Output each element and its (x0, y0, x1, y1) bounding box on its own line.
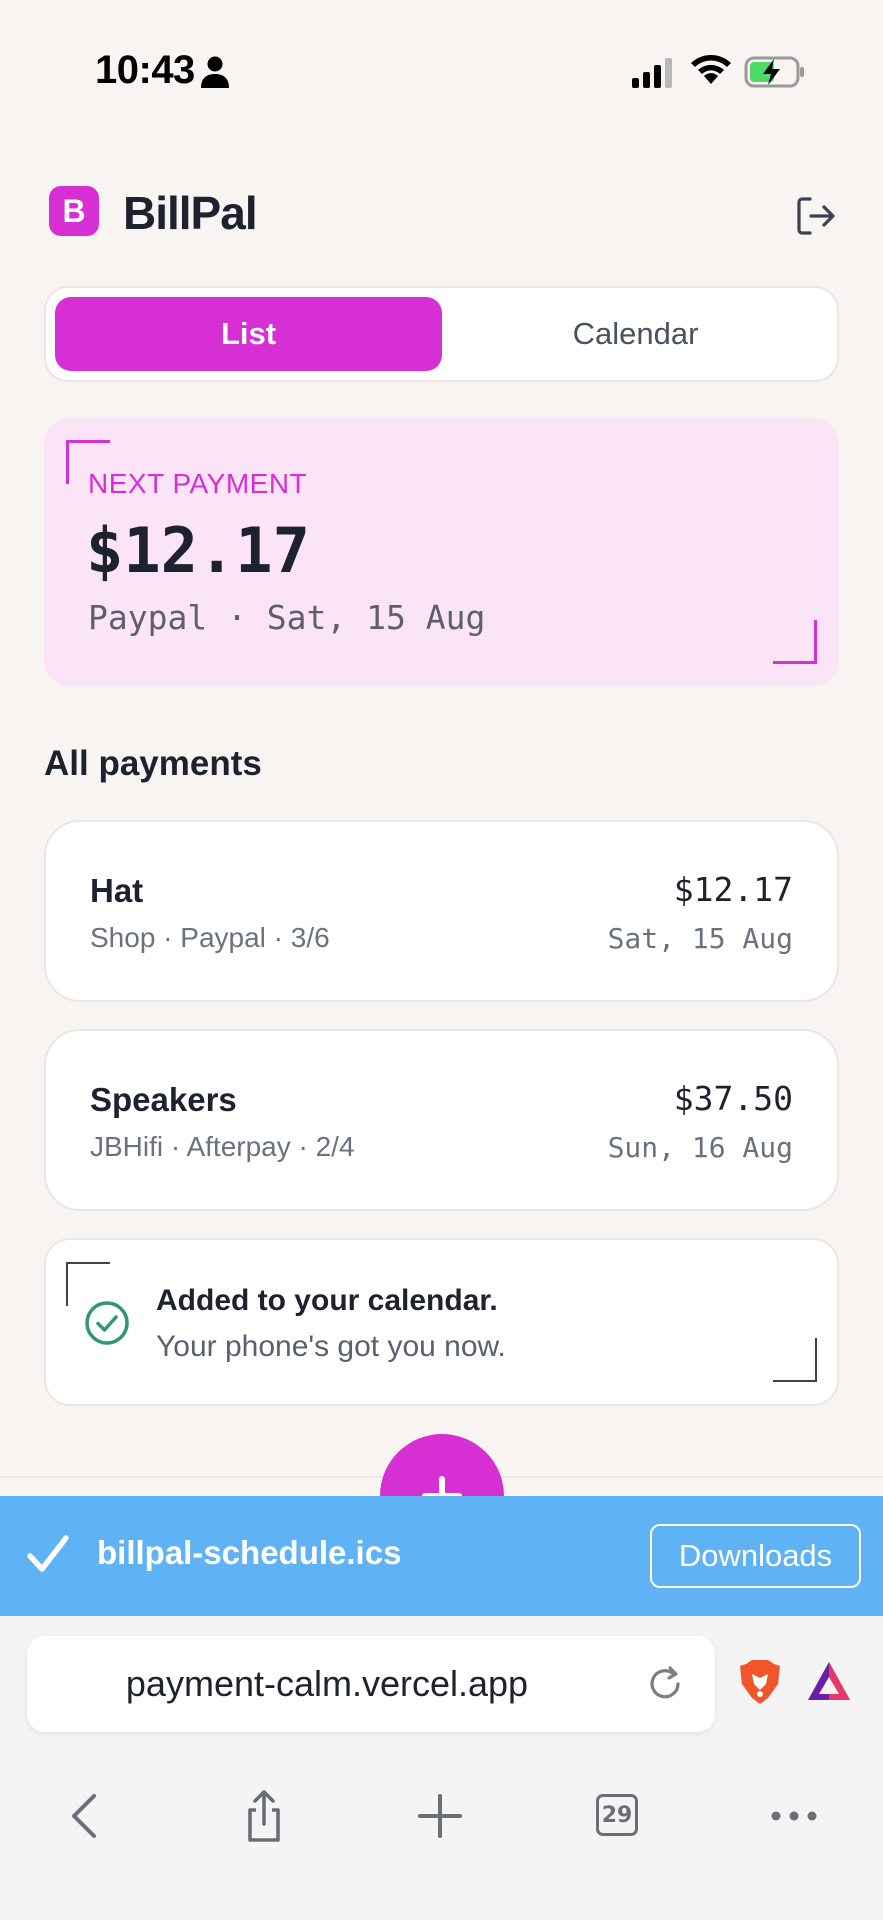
payment-name: Speakers (90, 1081, 237, 1118)
payment-row[interactable]: Hat Shop · Paypal · 3/6 $12.17 Sat, 15 A… (44, 820, 839, 1002)
payment-date: Sat, 15 Aug (607, 922, 793, 955)
payment-row[interactable]: Speakers JBHifi · Afterpay · 2/4 $37.50 … (44, 1029, 839, 1211)
tab-count: 29 (596, 1794, 638, 1836)
download-filename: billpal-schedule.ics (97, 1534, 402, 1571)
toast-title: Added to your calendar. (156, 1284, 498, 1317)
corner-bracket (773, 620, 817, 664)
payment-amount: $12.17 (673, 870, 793, 909)
app-header: B BillPal (0, 180, 883, 250)
view-toggle: List Calendar (44, 286, 839, 382)
tab-list[interactable]: List (55, 297, 442, 371)
payment-date: Sun, 16 Aug (607, 1131, 793, 1164)
app-logo: B (49, 186, 99, 236)
share-icon[interactable] (234, 1786, 294, 1846)
tabs-icon[interactable]: 29 (588, 1786, 648, 1846)
section-title: All payments (44, 744, 262, 783)
url-text[interactable]: payment-calm.vercel.app (27, 1636, 627, 1732)
brave-shields-icon[interactable] (738, 1658, 782, 1706)
payment-name: Hat (90, 872, 144, 909)
app-title: BillPal (123, 187, 258, 239)
toast-subtitle: Your phone's got you now. (156, 1330, 506, 1363)
brave-rewards-icon[interactable] (806, 1660, 852, 1702)
person-icon (201, 56, 229, 88)
reload-icon[interactable] (645, 1664, 685, 1704)
payment-amount: $37.50 (673, 1079, 793, 1118)
back-icon[interactable] (58, 1786, 118, 1846)
payment-meta: Shop · Paypal · 3/6 (90, 922, 330, 953)
next-payment-card: NEXT PAYMENT $12.17 Paypal · Sat, 15 Aug (44, 418, 839, 686)
payment-meta: JBHifi · Afterpay · 2/4 (90, 1131, 355, 1162)
check-circle-icon (85, 1301, 129, 1345)
more-icon[interactable] (764, 1786, 824, 1846)
corner-bracket (773, 1338, 817, 1382)
status-time: 10:43 (95, 48, 195, 92)
browser-chrome: payment-calm.vercel.app 29 (0, 1616, 883, 1920)
logout-icon[interactable] (792, 192, 840, 240)
battery-charging-icon (744, 56, 804, 88)
checkmark-icon (27, 1535, 69, 1572)
calendar-toast: Added to your calendar. Your phone's got… (44, 1238, 839, 1406)
next-payment-detail: Paypal · Sat, 15 Aug (88, 598, 486, 637)
tab-calendar[interactable]: Calendar (442, 297, 829, 371)
cellular-signal-icon (632, 58, 672, 88)
new-tab-icon[interactable] (410, 1786, 470, 1846)
downloads-button[interactable]: Downloads (650, 1524, 861, 1588)
status-bar: 10:43 (0, 0, 883, 140)
browser-toolbar: 29 (0, 1766, 883, 1862)
address-bar[interactable]: payment-calm.vercel.app (27, 1636, 715, 1732)
next-payment-label: NEXT PAYMENT (88, 468, 308, 499)
download-banner: billpal-schedule.ics Downloads (0, 1496, 883, 1616)
next-payment-amount: $12.17 (86, 514, 310, 587)
wifi-icon (691, 55, 731, 84)
